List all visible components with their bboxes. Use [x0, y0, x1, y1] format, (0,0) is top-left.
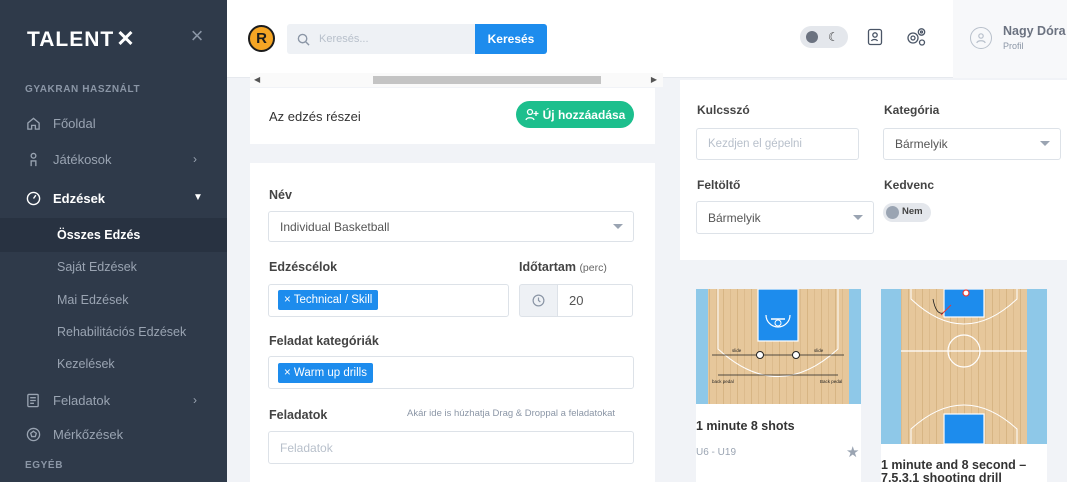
toggle-knob — [886, 206, 899, 219]
duration-value: 20 — [569, 293, 584, 308]
add-new-button[interactable]: Új hozzáadása — [516, 101, 634, 128]
court-label: slide — [814, 348, 824, 353]
chevron-down-icon — [1040, 141, 1050, 146]
card-subtitle: U6 - U19 — [696, 447, 737, 458]
task-category-label: Feladat kategóriák — [269, 334, 379, 348]
chevron-right-icon: › — [193, 393, 197, 407]
search-input[interactable] — [319, 33, 459, 45]
favorite-label: Kedvenc — [884, 178, 935, 192]
court-diagram-image — [881, 289, 1047, 444]
section-title: Az edzés részei — [269, 109, 361, 124]
category-label: Kategória — [884, 103, 940, 117]
club-logo[interactable]: R — [248, 25, 275, 52]
uploader-label: Feltöltő — [697, 178, 741, 192]
chevron-right-icon: › — [193, 152, 197, 166]
tasks-dropzone[interactable]: Feladatok — [268, 431, 634, 464]
user-name: Nagy Dóra — [1003, 24, 1066, 38]
sidebar-item-players[interactable]: Játékosok › — [0, 143, 227, 175]
card-title: 1 minute and 8 second – 7,5,3,1 shooting… — [881, 458, 1027, 482]
ball-icon — [25, 426, 41, 442]
keyword-placeholder: Kezdjen el gépelni — [708, 138, 802, 150]
sidebar-subitem-own-trainings[interactable]: Saját Edzések — [57, 260, 137, 274]
court-diagram-image: slide slide back pedal Back pedal — [696, 289, 861, 404]
task-category-tag[interactable]: × Warm up drills — [278, 363, 373, 383]
drill-card[interactable]: slide slide back pedal Back pedal 1 minu… — [696, 289, 861, 482]
sidebar-item-label: Mérkőzések — [53, 426, 124, 442]
topbar: R Keresés ☾ Nagy Dóra Profil — [227, 0, 1067, 78]
name-select[interactable]: Individual Basketball — [268, 211, 634, 242]
tasks-placeholder: Feladatok — [280, 440, 333, 455]
sidebar-item-label: Játékosok — [53, 151, 112, 167]
chevron-down-icon — [853, 214, 863, 220]
sidebar-item-label: Feladatok — [53, 392, 111, 408]
sidebar-item-trainings[interactable]: Edzések ▼ — [0, 182, 227, 214]
name-label: Név — [269, 188, 292, 202]
chevron-down-icon: ▼ — [193, 192, 203, 203]
goal-tag[interactable]: × Technical / Skill — [278, 290, 379, 310]
goals-label: Edzéscélok — [269, 260, 338, 274]
sidebar-item-tasks[interactable]: Feladatok › — [0, 384, 227, 416]
tasks-label: Feladatok — [269, 408, 328, 422]
close-icon[interactable]: × — [188, 25, 206, 47]
favorite-value: Nem — [902, 206, 923, 217]
star-icon[interactable]: ★ — [846, 443, 859, 461]
card-title: 1 minute 8 shots — [696, 419, 795, 433]
chevron-down-icon — [613, 223, 623, 229]
moon-icon: ☾ — [828, 30, 839, 44]
horizontal-scrollbar[interactable]: ◀ ▶ — [250, 73, 663, 87]
search-box — [287, 24, 475, 54]
search-icon — [297, 32, 311, 46]
court-label: Back pedal — [820, 379, 842, 384]
uploader-select[interactable]: Bármelyik — [696, 201, 874, 234]
sidebar-subitem-treatments[interactable]: Kezelések — [57, 357, 115, 371]
court-label: slide — [732, 348, 742, 353]
scroll-right-icon[interactable]: ▶ — [651, 75, 657, 84]
keyword-input[interactable]: Kezdjen el gépelni — [696, 128, 859, 160]
duration-label-text: Időtartam — [519, 260, 576, 274]
duration-unit: (perc) — [579, 262, 607, 274]
sidebar-subitem-today-trainings[interactable]: Mai Edzések — [57, 293, 129, 307]
document-icon — [25, 392, 41, 408]
scroll-left-icon[interactable]: ◀ — [254, 75, 260, 84]
brand-logo[interactable]: TALENT✕ — [27, 26, 136, 52]
add-new-label: Új hozzáadása — [542, 107, 626, 122]
drill-card[interactable]: 1 minute and 8 second – 7,5,3,1 shooting… — [881, 289, 1047, 482]
sidebar-item-label: Edzések — [53, 190, 106, 206]
brand-text: TALENT — [27, 28, 115, 51]
uploader-value: Bármelyik — [708, 210, 761, 225]
scrollbar-thumb[interactable] — [373, 76, 601, 84]
section-other-label: EGYÉB — [25, 460, 64, 471]
sidebar-item-matches[interactable]: Mérkőzések — [0, 418, 227, 450]
keyword-label: Kulcsszó — [697, 103, 750, 117]
sidebar-subitem-all-trainings[interactable]: Összes Edzés — [57, 228, 140, 242]
brand-mark-icon: ✕ — [116, 26, 136, 51]
category-select[interactable]: Bármelyik — [883, 128, 1061, 160]
name-value: Individual Basketball — [280, 219, 390, 234]
search-button[interactable]: Keresés — [475, 24, 547, 54]
court-label: back pedal — [712, 379, 734, 384]
theme-toggle[interactable]: ☾ — [800, 26, 848, 48]
sidebar-item-home[interactable]: Főoldal — [0, 107, 227, 139]
sidebar-subitem-rehab-trainings[interactable]: Rehabilitációs Edzések — [57, 325, 186, 339]
section-frequent-label: GYAKRAN HASZNÁLT — [25, 84, 141, 95]
sidebar-item-label: Főoldal — [53, 115, 96, 131]
duration-label: Időtartam (perc) — [519, 260, 607, 274]
settings-gears-icon[interactable] — [904, 27, 928, 47]
toggle-knob — [806, 31, 818, 43]
tasks-hint: Akár ide is húzhatja Drag & Droppal a fe… — [407, 408, 616, 419]
avatar-icon — [970, 27, 992, 49]
gauge-icon — [25, 190, 41, 206]
user-menu[interactable]: Nagy Dóra Profil — [953, 0, 1067, 78]
favorite-toggle[interactable]: Nem — [883, 203, 931, 222]
sidebar: TALENT✕ × GYAKRAN HASZNÁLT Főoldal Játék… — [0, 0, 227, 482]
clock-icon — [519, 284, 557, 317]
user-role: Profil — [1003, 41, 1024, 51]
person-icon — [25, 151, 41, 167]
duration-input[interactable]: 20 — [557, 284, 633, 317]
category-value: Bármelyik — [895, 137, 948, 151]
add-user-icon — [525, 108, 539, 121]
home-icon — [25, 115, 41, 131]
contact-card-icon[interactable] — [865, 27, 885, 47]
